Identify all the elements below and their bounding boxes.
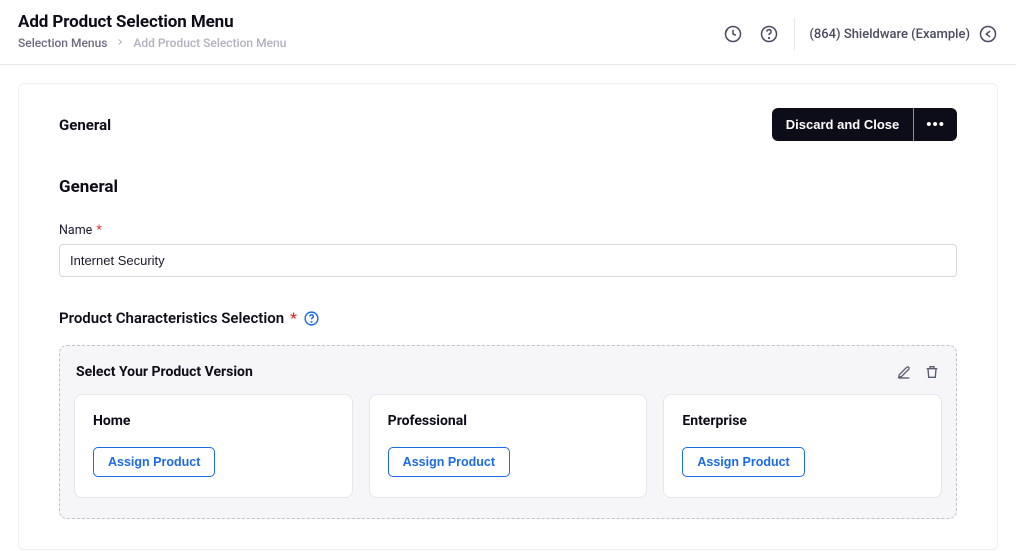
version-block-tools: [896, 364, 940, 380]
section-heading-general: General: [59, 177, 957, 197]
version-card-title: Professional: [388, 413, 629, 429]
version-card-title: Enterprise: [682, 413, 923, 429]
account-switcher[interactable]: (864) Shieldware (Example): [809, 24, 998, 44]
page-header: Add Product Selection Menu Selection Men…: [0, 0, 1016, 65]
action-group: Discard and Close •••: [772, 108, 957, 141]
version-cards-row: Home Assign Product Professional Assign …: [74, 394, 942, 498]
version-card-professional: Professional Assign Product: [369, 394, 648, 498]
header-right: (864) Shieldware (Example): [722, 12, 998, 50]
main-card: General Discard and Close ••• General Na…: [18, 83, 998, 550]
name-label-text: Name: [59, 223, 92, 238]
name-field: Name *: [59, 223, 957, 277]
more-actions-button[interactable]: •••: [914, 108, 957, 141]
version-selection-block: Select Your Product Version Home Assign …: [59, 345, 957, 519]
header-left: Add Product Selection Menu Selection Men…: [18, 12, 286, 50]
version-card-enterprise: Enterprise Assign Product: [663, 394, 942, 498]
characteristics-heading-row: Product Characteristics Selection *: [59, 309, 957, 327]
tab-general[interactable]: General: [59, 116, 111, 134]
required-indicator: *: [96, 223, 101, 238]
version-card-title: Home: [93, 413, 334, 429]
name-input[interactable]: [59, 244, 957, 277]
version-card-home: Home Assign Product: [74, 394, 353, 498]
card-header-row: General Discard and Close •••: [59, 108, 957, 141]
breadcrumb-current: Add Product Selection Menu: [133, 36, 286, 50]
assign-product-button[interactable]: Assign Product: [388, 447, 510, 477]
history-icon[interactable]: [722, 23, 744, 45]
version-header-row: Select Your Product Version: [74, 364, 942, 380]
characteristics-heading: Product Characteristics Selection: [59, 309, 284, 327]
breadcrumb-parent-link[interactable]: Selection Menus: [18, 36, 107, 50]
assign-product-button[interactable]: Assign Product: [682, 447, 804, 477]
account-label: (864) Shieldware (Example): [809, 27, 970, 42]
assign-product-button[interactable]: Assign Product: [93, 447, 215, 477]
required-indicator: *: [290, 309, 297, 327]
help-icon[interactable]: [303, 310, 320, 327]
name-label: Name *: [59, 223, 957, 238]
discard-and-close-button[interactable]: Discard and Close: [772, 108, 914, 141]
page-title: Add Product Selection Menu: [18, 12, 286, 32]
chevron-right-icon: [115, 37, 125, 50]
version-block-title: Select Your Product Version: [76, 364, 253, 380]
help-icon[interactable]: [758, 23, 780, 45]
ellipsis-icon: •••: [926, 116, 945, 133]
header-divider: [794, 18, 795, 50]
edit-icon[interactable]: [896, 364, 912, 380]
breadcrumb: Selection Menus Add Product Selection Me…: [18, 36, 286, 50]
undo-icon: [978, 24, 998, 44]
delete-icon[interactable]: [924, 364, 940, 380]
